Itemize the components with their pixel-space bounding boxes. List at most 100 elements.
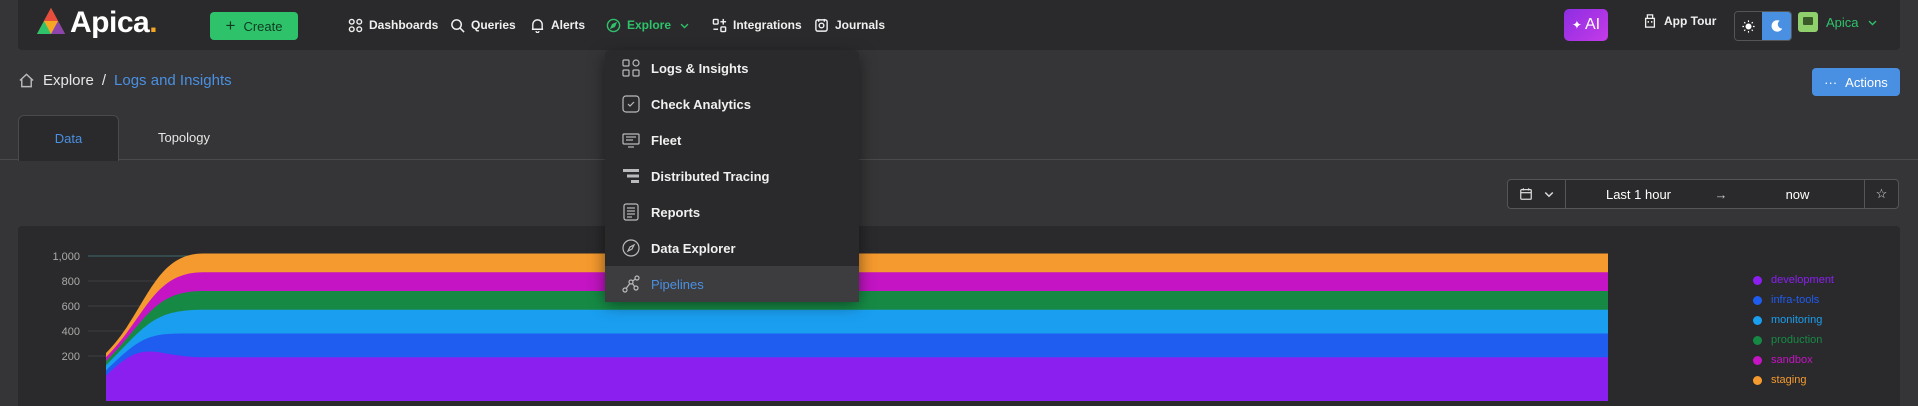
tabs-divider (0, 159, 1918, 160)
legend-label: infra-tools (1771, 294, 1820, 306)
menu-item-distributed-tracing[interactable]: Distributed Tracing (605, 158, 859, 194)
create-button[interactable]: + Create (210, 12, 298, 40)
pipelines-icon (622, 275, 640, 293)
arrow-right-icon: → (1714, 186, 1728, 202)
nav-journals[interactable]: Journals (814, 14, 885, 36)
tab-topology[interactable]: Topology (128, 115, 240, 160)
menu-item-reports[interactable]: Reports (605, 194, 859, 230)
breadcrumb-root[interactable]: Explore (43, 72, 94, 89)
legend-dot (1753, 355, 1762, 365)
nav-alerts[interactable]: Alerts (530, 14, 585, 36)
nav-queries[interactable]: Queries (450, 14, 516, 36)
nav-explore[interactable]: Explore (606, 14, 690, 36)
journal-icon (815, 18, 828, 32)
menu-item-label: Distributed Tracing (651, 168, 770, 184)
calendar-dropdown[interactable] (1508, 180, 1566, 208)
y-tick-label: 600 (62, 301, 80, 313)
reports-icon (623, 203, 639, 221)
legend-item-infra-tools[interactable]: infra-tools (1753, 290, 1834, 310)
breadcrumb: Explore / Logs and Insights (18, 72, 232, 89)
time-range-picker: Last 1 hour → now ☆ (1507, 179, 1899, 209)
y-tick-label: 200 (62, 351, 80, 363)
home-icon[interactable] (18, 72, 35, 89)
area-series-development (106, 351, 1608, 401)
nav-explore-label: Explore (627, 18, 672, 32)
chart-legend: development infra-tools monitoring producti… (1753, 270, 1834, 390)
sparkle-icon: ✦ (1571, 18, 1582, 32)
compass-icon (606, 18, 621, 32)
menu-item-fleet[interactable]: Fleet (605, 122, 859, 158)
user-menu[interactable]: Apica (1798, 12, 1878, 32)
search-icon (451, 18, 465, 33)
logs-insights-icon (622, 59, 640, 77)
avatar (1798, 12, 1818, 32)
logo-text: Apica. (70, 6, 158, 39)
nav-alerts-label: Alerts (551, 18, 586, 32)
legend-label: production (1771, 334, 1823, 346)
star-icon[interactable]: ☆ (1865, 186, 1898, 202)
apica-logo-icon (37, 8, 65, 34)
menu-item-pipelines[interactable]: Pipelines (605, 266, 859, 302)
app-tour-button[interactable]: App Tour (1643, 14, 1716, 28)
breadcrumb-current: Logs and Insights (114, 72, 232, 89)
create-label: Create (243, 18, 283, 34)
chart-panel: 1,000 800 600 400 200 development infra-tools… (18, 226, 1900, 406)
sun-icon[interactable] (1735, 12, 1763, 40)
legend-dot (1753, 295, 1762, 305)
nav-integrations[interactable]: Integrations (712, 14, 802, 36)
legend-dot (1753, 375, 1762, 385)
legend-label: monitoring (1771, 314, 1823, 326)
stacked-area-chart: 1,000 800 600 400 200 (52, 251, 1608, 401)
theme-toggle[interactable] (1734, 11, 1792, 41)
y-tick-label: 400 (62, 326, 80, 338)
menu-item-label: Check Analytics (651, 96, 751, 112)
ai-label: AI (1584, 16, 1601, 33)
integrations-icon (712, 18, 727, 32)
time-range-from[interactable]: Last 1 hour (1566, 187, 1711, 202)
menu-item-data-explorer[interactable]: Data Explorer (605, 230, 859, 266)
menu-item-check-analytics[interactable]: Check Analytics (605, 86, 859, 122)
y-tick-label: 1,000 (52, 251, 80, 263)
legend-dot (1753, 335, 1762, 345)
breadcrumb-separator: / (101, 72, 107, 89)
app-tour-label: App Tour (1664, 14, 1717, 28)
calendar-icon (1519, 188, 1532, 200)
time-range-to[interactable]: now (1731, 180, 1865, 208)
menu-item-label: Fleet (651, 132, 682, 148)
ai-button[interactable]: ✦ AI (1564, 9, 1608, 41)
actions-label: Actions (1845, 74, 1888, 90)
nav-queries-label: Queries (471, 18, 516, 32)
top-navbar: Apica. + Create Dashboards Queries Alert… (18, 0, 1900, 50)
actions-button[interactable]: ··· Actions (1812, 68, 1900, 96)
legend-item-development[interactable]: development (1753, 270, 1834, 290)
building-icon (1644, 14, 1656, 28)
fleet-icon (622, 133, 640, 148)
explore-dropdown-menu: Logs & Insights Check Analytics Fleet Di… (605, 50, 859, 302)
plus-icon: + (225, 16, 236, 35)
nav-dashboards[interactable]: Dashboards (348, 14, 438, 36)
menu-item-label: Reports (651, 204, 701, 220)
check-analytics-icon (622, 95, 640, 113)
legend-label: sandbox (1771, 354, 1813, 366)
bell-icon (531, 18, 544, 33)
menu-item-label: Logs & Insights (651, 60, 749, 76)
legend-item-sandbox[interactable]: sandbox (1753, 350, 1834, 370)
legend-item-production[interactable]: production (1753, 330, 1834, 350)
tab-data-label: Data (54, 131, 83, 146)
menu-item-logs-insights[interactable]: Logs & Insights (605, 50, 859, 86)
data-explorer-icon (622, 239, 640, 257)
user-name: Apica (1826, 14, 1859, 30)
legend-item-monitoring[interactable]: monitoring (1753, 310, 1834, 330)
grid-icon (348, 18, 363, 32)
legend-label: development (1771, 274, 1834, 286)
moon-icon[interactable] (1762, 12, 1791, 40)
tab-data[interactable]: Data (18, 115, 119, 161)
legend-item-staging[interactable]: staging (1753, 370, 1834, 390)
chevron-down-icon (1868, 20, 1876, 26)
nav-journals-label: Journals (835, 18, 886, 32)
legend-label: staging (1771, 374, 1807, 386)
nav-integrations-label: Integrations (733, 18, 802, 32)
tab-topology-label: Topology (157, 130, 211, 145)
apica-logo[interactable]: Apica. (34, 6, 158, 40)
more-icon: ··· (1824, 74, 1838, 90)
